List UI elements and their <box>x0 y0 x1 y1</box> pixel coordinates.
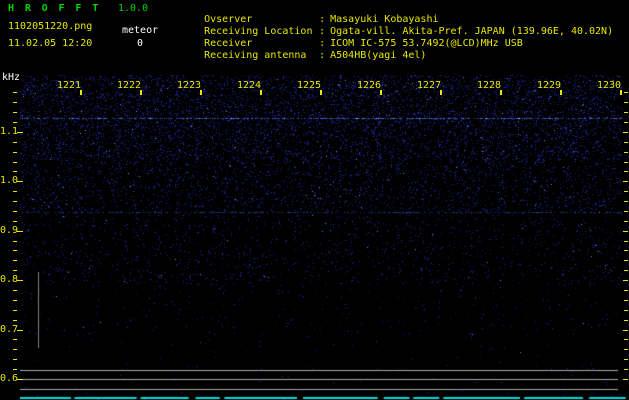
xaxis-tickmark <box>80 90 82 95</box>
yaxis-minor-tickmark <box>13 369 17 370</box>
yaxis-minor-tickmark-right <box>624 92 628 93</box>
yaxis-minor-tickmark <box>13 102 17 103</box>
yaxis-minor-tickmark <box>13 349 17 350</box>
yaxis-minor-tickmark-right <box>624 270 628 271</box>
yaxis-minor-tickmark-right <box>624 191 628 192</box>
info-value: A504HB(yagi 4el) <box>330 50 427 61</box>
yaxis-tick-label: 0.8 <box>0 274 19 286</box>
yaxis-minor-tickmark <box>13 339 17 340</box>
yaxis-minor-tickmark-right <box>624 152 628 153</box>
info-label: Receiving antenna <box>204 50 307 61</box>
xaxis-tick-label: 1230 <box>596 80 622 91</box>
yaxis-minor-tickmark-right <box>624 201 628 202</box>
xaxis-tick-label: 1221 <box>56 80 82 91</box>
yaxis-minor-tickmark <box>13 211 17 212</box>
xaxis-tickmark <box>560 90 562 95</box>
output-filename: 1102051220.png <box>8 21 93 32</box>
xaxis-tickmark <box>440 90 442 95</box>
info-row-antenna: Receiving antenna: A504HB(yagi 4el) <box>180 41 426 71</box>
yaxis-major-tickmark-right <box>623 181 628 182</box>
app-version: 1.0.0 <box>118 3 149 14</box>
yaxis-minor-tickmark-right <box>624 221 628 222</box>
yaxis-minor-tickmark <box>13 142 17 143</box>
hrofft-screen: H R O F F T 1.0.0 1102051220.png meteor … <box>0 0 629 400</box>
xaxis-tick-label: 1229 <box>536 80 562 91</box>
yaxis-minor-tickmark-right <box>624 349 628 350</box>
yaxis-minor-tickmark <box>13 241 17 242</box>
yaxis-minor-tickmark <box>13 201 17 202</box>
yaxis-major-tickmark <box>17 132 23 133</box>
yaxis-major-tickmark-right <box>623 132 628 133</box>
yaxis-minor-tickmark-right <box>624 359 628 360</box>
meteor-count: 0 <box>136 38 144 49</box>
yaxis-major-tickmark <box>17 379 23 380</box>
yaxis-major-tickmark-right <box>623 231 628 232</box>
yaxis-minor-tickmark <box>13 122 17 123</box>
yaxis-minor-tickmark <box>13 171 17 172</box>
yaxis-minor-tickmark <box>13 260 17 261</box>
xaxis-tick-label: 1225 <box>296 80 322 91</box>
xaxis-tickmark <box>380 90 382 95</box>
colon: : <box>319 50 326 61</box>
xaxis-tick-label: 1228 <box>476 80 502 91</box>
yaxis-tick-label: 1.0 <box>0 175 19 187</box>
yaxis-minor-tickmark <box>13 290 17 291</box>
yaxis-minor-tickmark-right <box>624 162 628 163</box>
datetime-label: 11.02.05 12:20 <box>8 38 93 49</box>
yaxis-major-tickmark-right <box>623 379 628 380</box>
yaxis-minor-tickmark <box>13 320 17 321</box>
xaxis-tick-label: 1227 <box>416 80 442 91</box>
yaxis-minor-tickmark-right <box>624 171 628 172</box>
yaxis-minor-tickmark-right <box>624 250 628 251</box>
xaxis-tickmark <box>200 90 202 95</box>
yaxis-major-tickmark <box>17 231 23 232</box>
xaxis-tickmark <box>260 90 262 95</box>
yaxis-minor-tickmark-right <box>624 320 628 321</box>
yaxis-unit-label: kHz <box>2 72 21 83</box>
xaxis-tickmark <box>320 90 322 95</box>
yaxis-minor-tickmark <box>13 112 17 113</box>
yaxis-minor-tickmark-right <box>624 142 628 143</box>
yaxis-minor-tickmark <box>13 152 17 153</box>
xaxis-tickmark <box>620 90 622 95</box>
yaxis-major-tickmark-right <box>623 280 628 281</box>
yaxis-minor-tickmark <box>13 270 17 271</box>
spectrogram-canvas <box>20 75 629 400</box>
yaxis-minor-tickmark <box>13 359 17 360</box>
yaxis-major-tickmark <box>17 280 23 281</box>
yaxis-minor-tickmark-right <box>624 112 628 113</box>
yaxis-minor-tickmark-right <box>624 122 628 123</box>
yaxis-minor-tickmark-right <box>624 241 628 242</box>
yaxis-minor-tickmark-right <box>624 102 628 103</box>
yaxis-minor-tickmark-right <box>624 211 628 212</box>
xaxis-tick-label: 1224 <box>236 80 262 91</box>
yaxis-minor-tickmark <box>13 221 17 222</box>
xaxis-tickmark <box>140 90 142 95</box>
yaxis-minor-tickmark-right <box>624 260 628 261</box>
yaxis-minor-tickmark <box>13 92 17 93</box>
xaxis-tick-label: 1222 <box>116 80 142 91</box>
yaxis-minor-tickmark-right <box>624 290 628 291</box>
yaxis-minor-tickmark-right <box>624 339 628 340</box>
yaxis-minor-tickmark <box>13 250 17 251</box>
xaxis-tick-label: 1223 <box>176 80 202 91</box>
xaxis-tick-label: 1226 <box>356 80 382 91</box>
mode-label: meteor <box>122 25 159 36</box>
yaxis-major-tickmark-right <box>623 330 628 331</box>
yaxis-minor-tickmark-right <box>624 310 628 311</box>
yaxis-minor-tickmark <box>13 310 17 311</box>
app-title: H R O F F T <box>8 3 101 14</box>
yaxis-tick-label: 0.7 <box>0 323 19 335</box>
xaxis-tickmark <box>500 90 502 95</box>
yaxis-major-tickmark <box>17 181 23 182</box>
yaxis-major-tickmark <box>17 330 23 331</box>
yaxis-minor-tickmark <box>13 191 17 192</box>
yaxis-minor-tickmark-right <box>624 300 628 301</box>
yaxis-tick-label: 0.9 <box>0 224 19 236</box>
yaxis-minor-tickmark-right <box>624 369 628 370</box>
yaxis-minor-tickmark <box>13 300 17 301</box>
yaxis-tick-label: 0.6 <box>0 372 19 384</box>
yaxis-tick-label: 1.1 <box>0 125 19 137</box>
yaxis-minor-tickmark <box>13 162 17 163</box>
